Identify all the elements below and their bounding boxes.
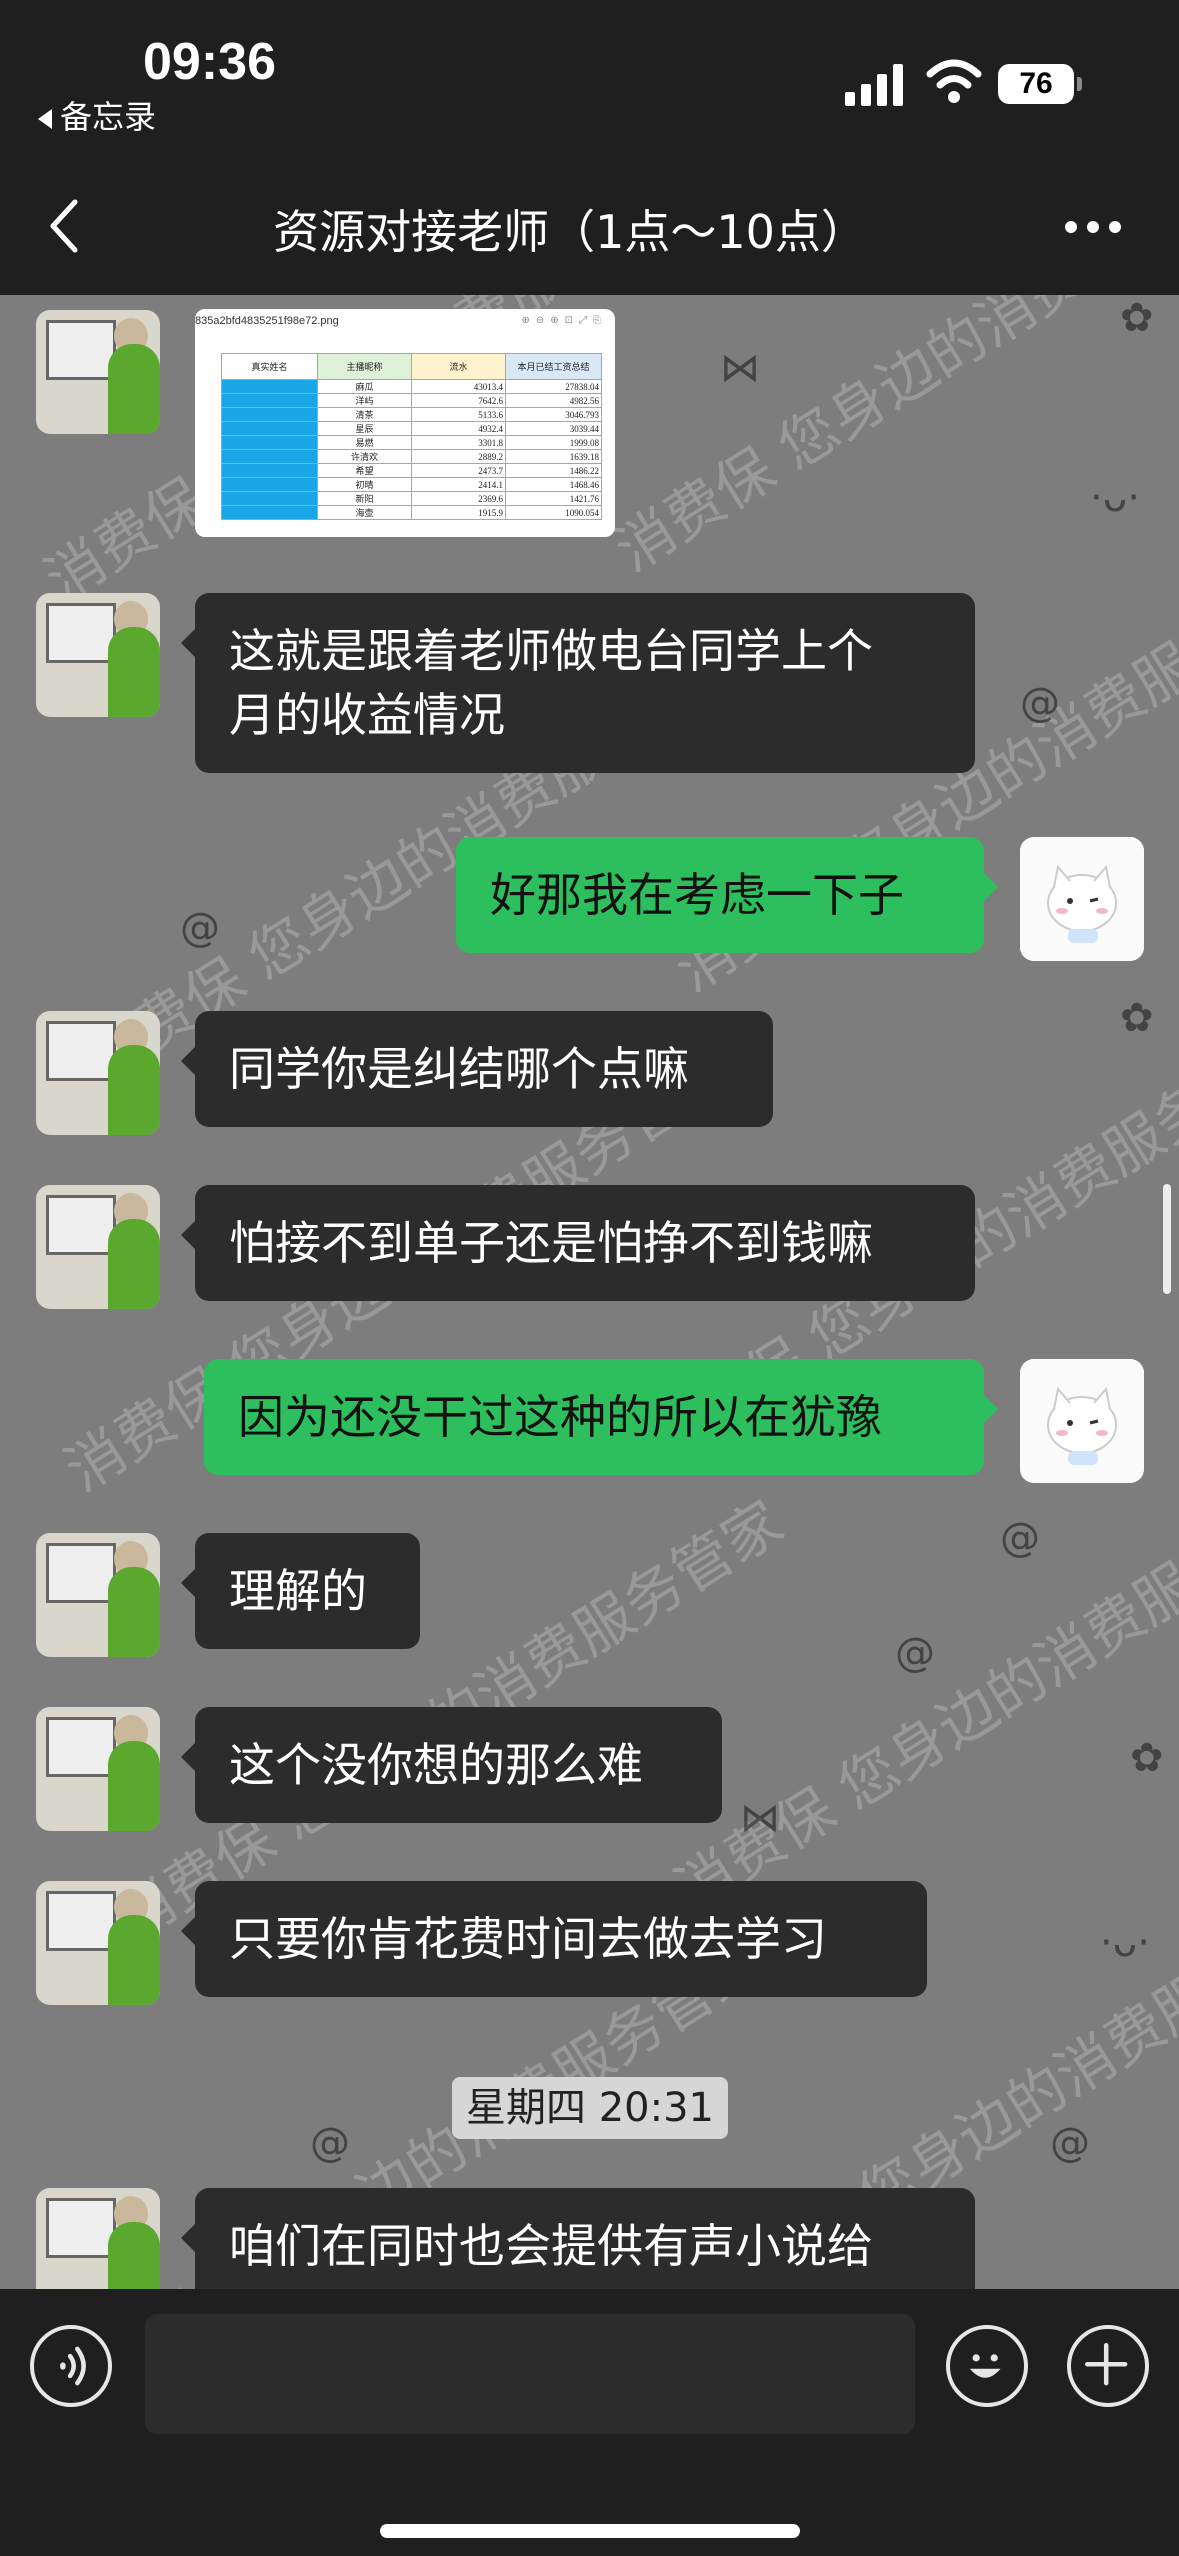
back-to-app-link[interactable]: 备忘录 xyxy=(38,92,156,138)
message-text: 咱们在同时也会提供有声小说给 xyxy=(229,2219,873,2273)
message-bubble[interactable]: 咱们在同时也会提供有声小说给 xyxy=(181,2188,975,2289)
timestamp-chip: 星期四 20:31 xyxy=(452,2077,728,2139)
message-bubble[interactable]: 这个没你想的那么难 xyxy=(181,1707,722,1823)
my-avatar[interactable] xyxy=(1020,1359,1144,1483)
message-bubble[interactable]: 好那我在考虑一下子 xyxy=(456,837,998,953)
table-row: 新阳 2369.6 1421.76 xyxy=(221,491,602,506)
chat-area[interactable]: 消费保 您身边的消费服务管家 消费保 您身边的消费服务管家 消费保 您身边的消费… xyxy=(0,295,1179,2289)
avatar[interactable] xyxy=(36,593,160,717)
battery-indicator: 76 xyxy=(998,64,1082,104)
signal-icon xyxy=(845,60,907,106)
scrollbar[interactable] xyxy=(1163,1184,1171,1294)
message-bubble[interactable]: 怕接不到单子还是怕挣不到钱嘛 xyxy=(181,1185,975,1301)
swirl-doodle-icon: @ xyxy=(180,905,220,951)
swirl-doodle-icon: @ xyxy=(1050,2120,1090,2166)
back-arrow-icon xyxy=(38,109,52,129)
table-row: 星辰 4932.4 3039.44 xyxy=(221,421,602,436)
table-row: 许清欢 2889.2 1639.18 xyxy=(221,449,602,464)
message-text: 理解的 xyxy=(229,1564,367,1618)
message-bubble[interactable]: 同学你是纠结哪个点嘛 xyxy=(181,1011,773,1127)
input-bar xyxy=(0,2289,1179,2556)
table-header: 主播昵称 xyxy=(317,353,412,380)
back-app-label: 备忘录 xyxy=(60,98,157,136)
chevron-left-icon[interactable] xyxy=(45,196,85,256)
message-bubble[interactable]: 理解的 xyxy=(181,1533,420,1649)
table-row: 清茶 5133.6 3046.793 xyxy=(221,407,602,422)
wifi-icon xyxy=(926,59,982,103)
table-header: 流水 xyxy=(411,353,506,380)
swirl-doodle-icon: @ xyxy=(895,1630,935,1676)
ellipsis-icon[interactable] xyxy=(1063,207,1123,247)
image-filename: 835a2bfd4835251f98e72.png xyxy=(195,315,339,327)
table-header: 真实姓名 xyxy=(221,353,318,380)
status-time: 09:36 xyxy=(143,33,276,91)
avatar[interactable] xyxy=(36,2188,160,2289)
table-row: 易燃 3301.8 1999.08 xyxy=(221,435,602,450)
paw-doodle-icon: ✿ xyxy=(1120,995,1154,1041)
message-text: 好那我在考虑一下子 xyxy=(490,868,904,922)
emoji-icon[interactable] xyxy=(946,2325,1028,2407)
face-doodle-icon: ·ᴗ· xyxy=(1100,1920,1150,1966)
table-row: 洋屿 7642.6 4982.56 xyxy=(221,393,602,408)
avatar[interactable] xyxy=(36,310,160,434)
message-input[interactable] xyxy=(145,2314,915,2434)
message-bubble[interactable]: 这就是跟着老师做电台同学上个 月的收益情况 xyxy=(181,593,975,773)
avatar[interactable] xyxy=(36,1011,160,1135)
message-text: 同学你是纠结哪个点嘛 xyxy=(229,1042,689,1096)
fishbone-doodle-icon: ⋈ xyxy=(740,1795,780,1841)
home-indicator[interactable] xyxy=(380,2524,800,2538)
table-row: 麻瓜 43013.4 27838.04 xyxy=(221,379,602,394)
message-text: 因为还没干过这种的所以在犹豫 xyxy=(238,1390,882,1444)
message-text: 这就是跟着老师做电台同学上个 xyxy=(229,624,873,678)
table-row: 希望 2473.7 1486.22 xyxy=(221,463,602,478)
avatar[interactable] xyxy=(36,1881,160,2005)
earnings-table: 真实姓名 主播昵称 流水 本月已结工资总结 麻瓜 43013.4 27838.04 … xyxy=(221,353,602,520)
table-header: 本月已结工资总结 xyxy=(505,353,602,380)
message-bubble[interactable]: 因为还没干过这种的所以在犹豫 xyxy=(204,1359,998,1475)
table-row: 海壶 1915.9 1090.054 xyxy=(221,505,602,520)
fishbone-doodle-icon: ⋈ xyxy=(720,345,760,391)
message-text: 月的收益情况 xyxy=(229,688,505,742)
swirl-doodle-icon: @ xyxy=(1020,680,1060,726)
image-toolbar-icons: ⊕⊖⊕⊡⤢⎘ xyxy=(521,315,607,326)
image-message[interactable]: 835a2bfd4835251f98e72.png ⊕⊖⊕⊡⤢⎘ 真实姓名 主播… xyxy=(195,309,615,537)
message-text: 这个没你想的那么难 xyxy=(229,1738,643,1792)
swirl-doodle-icon: @ xyxy=(1000,1515,1040,1561)
table-row: 初晴 2414.1 1468.46 xyxy=(221,477,602,492)
message-bubble[interactable]: 只要你肯花费时间去做去学习 xyxy=(181,1881,927,1997)
message-text: 只要你肯花费时间去做去学习 xyxy=(229,1912,827,1966)
avatar[interactable] xyxy=(36,1185,160,1309)
plus-icon[interactable] xyxy=(1067,2325,1149,2407)
voice-icon[interactable] xyxy=(30,2325,112,2407)
avatar[interactable] xyxy=(36,1707,160,1831)
watermark: 消费保 您身边的消费服务管家 xyxy=(663,1457,1179,1925)
swirl-doodle-icon: @ xyxy=(310,2120,350,2166)
message-text: 怕接不到单子还是怕挣不到钱嘛 xyxy=(229,1216,873,1270)
avatar[interactable] xyxy=(36,1533,160,1657)
paw-doodle-icon: ✿ xyxy=(1130,1735,1164,1781)
chat-title: 资源对接老师（1点～10点） xyxy=(273,205,867,259)
watermark: 消费保 您身边的消费服务管家 xyxy=(603,295,1179,585)
my-avatar[interactable] xyxy=(1020,837,1144,961)
face-doodle-icon: ·ᴗ· xyxy=(1090,475,1140,521)
paw-doodle-icon: ✿ xyxy=(1120,295,1154,341)
top-bar: 09:36 备忘录 76 资源对接老师（1点～10点） xyxy=(0,0,1179,295)
